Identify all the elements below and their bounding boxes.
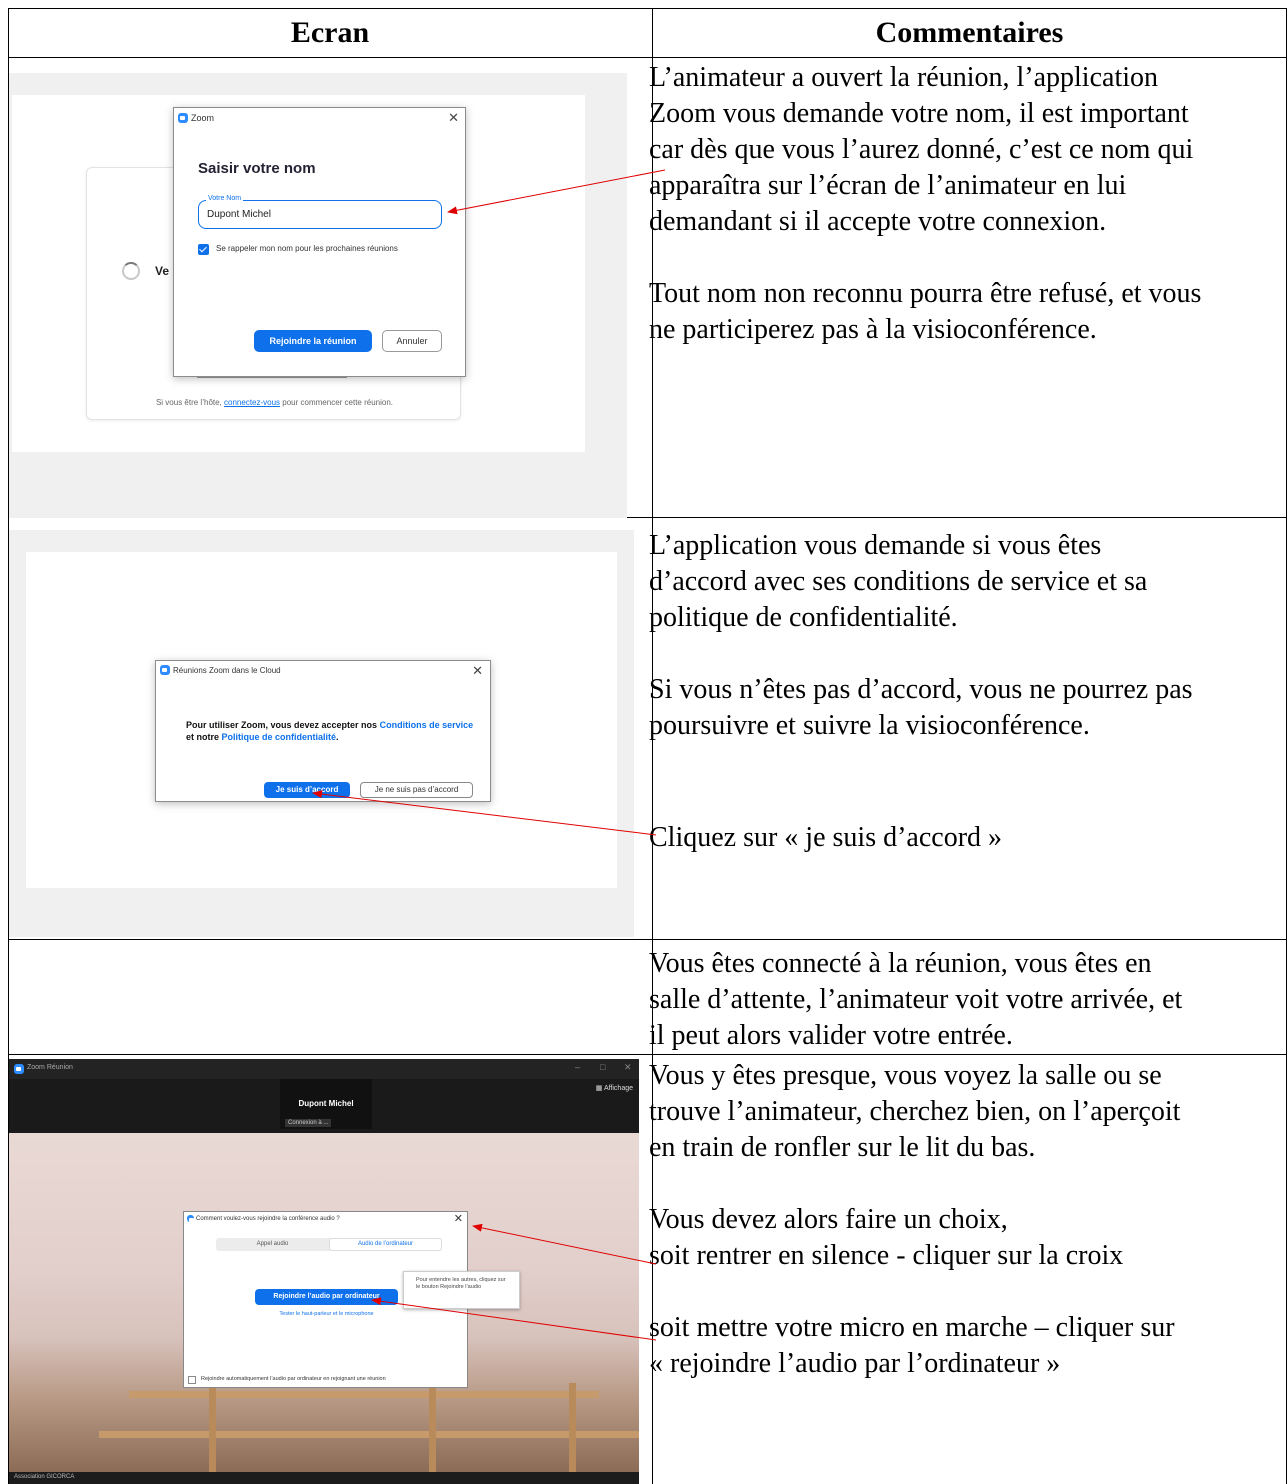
terms-of-service-link[interactable]: Conditions de service bbox=[380, 720, 474, 730]
bed-frame bbox=[129, 1391, 599, 1398]
terms-text-part: Pour utiliser Zoom, vous devez accepter … bbox=[186, 720, 378, 730]
header-comments: Commentaires bbox=[875, 16, 1064, 49]
screenshot-terms: Réunions Zoom dans le Cloud ✕ Pour utili… bbox=[9, 530, 634, 937]
comment-line: soit mettre votre micro en marche – cliq… bbox=[649, 1312, 1175, 1343]
dialog-title: Réunions Zoom dans le Cloud bbox=[173, 665, 281, 675]
maximize-icon[interactable]: □ bbox=[600, 1062, 605, 1072]
terms-dialog: Réunions Zoom dans le Cloud ✕ Pour utili… bbox=[155, 660, 491, 802]
bed-post bbox=[209, 1383, 216, 1473]
close-icon[interactable]: ✕ bbox=[472, 663, 483, 679]
loading-spinner-icon bbox=[122, 262, 140, 280]
comment-line: Zoom vous demande votre nom, il est impo… bbox=[649, 98, 1189, 129]
screenshot-audio-join: Zoom Réunion – □ ✕ ▦ Affichage Dupont Mi… bbox=[9, 1059, 639, 1484]
privacy-policy-link[interactable]: Politique de confidentialité bbox=[222, 732, 337, 742]
join-meeting-button[interactable]: Rejoindre la réunion bbox=[254, 330, 372, 352]
bed-post bbox=[569, 1383, 576, 1473]
host-login-link[interactable]: connectez-vous bbox=[224, 398, 280, 407]
table-border-row2 bbox=[8, 939, 1287, 940]
comment-line: Cliquez sur « je suis d’accord » bbox=[649, 822, 1003, 853]
comment-row4: Vous y êtes presque, vous voyez la salle… bbox=[649, 1058, 1279, 1382]
comment-line: car dès que vous l’aurez donné, c’est ce… bbox=[649, 134, 1194, 165]
close-window-icon[interactable]: ✕ bbox=[624, 1062, 632, 1073]
join-computer-audio-button[interactable]: Rejoindre l’audio par ordinateur bbox=[255, 1289, 398, 1305]
comment-line: salle d’attente, l’animateur voit votre … bbox=[649, 984, 1183, 1015]
name-dialog: Zoom ✕ Saisir votre nom Votre Nom Dupont… bbox=[173, 107, 466, 377]
comment-line: Vous devez alors faire un choix, bbox=[649, 1204, 1008, 1235]
comment-line: L’animateur a ouvert la réunion, l’appli… bbox=[649, 62, 1159, 93]
auto-join-label: Rejoindre automatiquement l’audio par or… bbox=[201, 1376, 386, 1382]
zoom-logo-icon bbox=[187, 1215, 194, 1222]
comment-line: Si vous n’êtes pas d’accord, vous ne pou… bbox=[649, 674, 1193, 705]
remember-label: Se rappeler mon nom pour les prochaines … bbox=[216, 244, 398, 253]
window-title: Zoom Réunion bbox=[27, 1064, 73, 1071]
test-speaker-link[interactable]: Tester le haut-parleur et le microphone bbox=[184, 1311, 469, 1317]
host-line: Si vous être l’hôte, connectez-vous pour… bbox=[87, 398, 462, 407]
zoom-logo-icon bbox=[14, 1064, 24, 1074]
bottom-bar: Association GICORCA bbox=[9, 1472, 639, 1484]
dialog-titlebar: Zoom bbox=[178, 112, 214, 123]
bed-post bbox=[429, 1383, 436, 1473]
name-input-label: Votre Nom bbox=[206, 195, 244, 202]
minimize-icon[interactable]: – bbox=[575, 1062, 580, 1072]
audio-tabs: Appel audio Audio de l’ordinateur bbox=[216, 1238, 442, 1251]
dialog-titlebar: Réunions Zoom dans le Cloud bbox=[160, 665, 281, 675]
comment-line: soit rentrer en silence - cliquer sur la… bbox=[649, 1240, 1124, 1271]
terms-text-part: et notre bbox=[186, 732, 220, 742]
name-input-value: Dupont Michel bbox=[207, 209, 271, 220]
comment-row2: L’application vous demande si vous êtes … bbox=[649, 528, 1279, 744]
view-label: Affichage bbox=[603, 1085, 633, 1092]
zoom-logo-icon bbox=[160, 665, 170, 675]
table-border-header bbox=[8, 57, 1287, 58]
comment-line: demandant si il accepte votre connexion. bbox=[649, 206, 1107, 237]
comment-line: trouve l’animateur, cherchez bien, on l’… bbox=[649, 1096, 1181, 1127]
window-titlebar: Zoom Réunion – □ ✕ bbox=[9, 1059, 639, 1079]
comment-line: apparaîtra sur l’écran de l’animateur en… bbox=[649, 170, 1127, 201]
tooltip: Pour entendre les autres, cliquez sur le… bbox=[403, 1271, 520, 1309]
comment-line: Tout nom non reconnu pourra être refusé,… bbox=[649, 278, 1202, 309]
cancel-button[interactable]: Annuler bbox=[382, 330, 442, 352]
comment-line: poursuivre et suivre la visioconférence. bbox=[649, 710, 1090, 741]
card-text: Ve bbox=[155, 264, 170, 278]
participant-name: Dupont Michel bbox=[298, 1099, 354, 1108]
agree-button[interactable]: Je suis d’accord bbox=[264, 782, 350, 798]
header-screen: Ecran bbox=[290, 16, 370, 49]
remember-checkbox[interactable] bbox=[198, 244, 209, 255]
table-border-row3 bbox=[8, 1054, 1287, 1055]
comment-line: Vous êtes connecté à la réunion, vous êt… bbox=[649, 948, 1152, 979]
view-menu[interactable]: ▦ Affichage bbox=[596, 1084, 633, 1092]
comment-line: d’accord avec ses conditions de service … bbox=[649, 566, 1148, 597]
terms-text-part: . bbox=[336, 732, 339, 742]
participant-tile: Dupont Michel Connexion à ... bbox=[280, 1079, 372, 1129]
close-icon[interactable]: ✕ bbox=[454, 1212, 463, 1225]
dialog-titlebar: Comment voulez-vous rejoindre la confére… bbox=[187, 1215, 340, 1222]
comment-row1: L’animateur a ouvert la réunion, l’appli… bbox=[649, 60, 1279, 348]
close-icon[interactable]: ✕ bbox=[448, 110, 459, 126]
comment-line: Vous y êtes presque, vous voyez la salle… bbox=[649, 1060, 1162, 1091]
comment-line: en train de ronfler sur le lit du bas. bbox=[649, 1132, 1036, 1163]
comment-line: « rejoindre l’audio par l’ordinateur » bbox=[649, 1348, 1061, 1379]
dialog-title: Zoom bbox=[191, 112, 215, 123]
auto-join-checkbox[interactable] bbox=[188, 1376, 196, 1384]
terms-text: Pour utiliser Zoom, vous devez accepter … bbox=[186, 719, 476, 743]
dialog-title: Comment voulez-vous rejoindre la confére… bbox=[196, 1215, 340, 1222]
comment-line: ne participerez pas à la visioconférence… bbox=[649, 314, 1097, 345]
comment-row3: Vous êtes connecté à la réunion, vous êt… bbox=[649, 946, 1279, 1054]
connecting-status: Connexion à ... bbox=[285, 1119, 332, 1127]
screenshot-name-entry: Ve Si vous être l’hôte, connectez-vous p… bbox=[9, 73, 627, 518]
zoom-logo-icon bbox=[178, 112, 188, 123]
dialog-heading: Saisir votre nom bbox=[198, 160, 316, 177]
tab-phone-audio[interactable]: Appel audio bbox=[216, 1238, 329, 1251]
comment-line: politique de confidentialité. bbox=[649, 602, 958, 633]
comment-line: il peut alors valider votre entrée. bbox=[649, 1020, 1013, 1051]
comment-line: L’application vous demande si vous êtes bbox=[649, 530, 1102, 561]
tab-computer-audio[interactable]: Audio de l’ordinateur bbox=[329, 1238, 442, 1251]
name-input[interactable]: Votre Nom Dupont Michel bbox=[198, 195, 442, 229]
bed-frame bbox=[99, 1431, 639, 1438]
host-suffix: pour commencer cette réunion. bbox=[282, 398, 394, 407]
bottom-label: Association GICORCA bbox=[14, 1474, 75, 1480]
host-prefix: Si vous être l’hôte, bbox=[155, 398, 222, 407]
comment-row2-click: Cliquez sur « je suis d’accord » bbox=[649, 820, 1279, 856]
disagree-button[interactable]: Je ne suis pas d’accord bbox=[360, 782, 473, 798]
